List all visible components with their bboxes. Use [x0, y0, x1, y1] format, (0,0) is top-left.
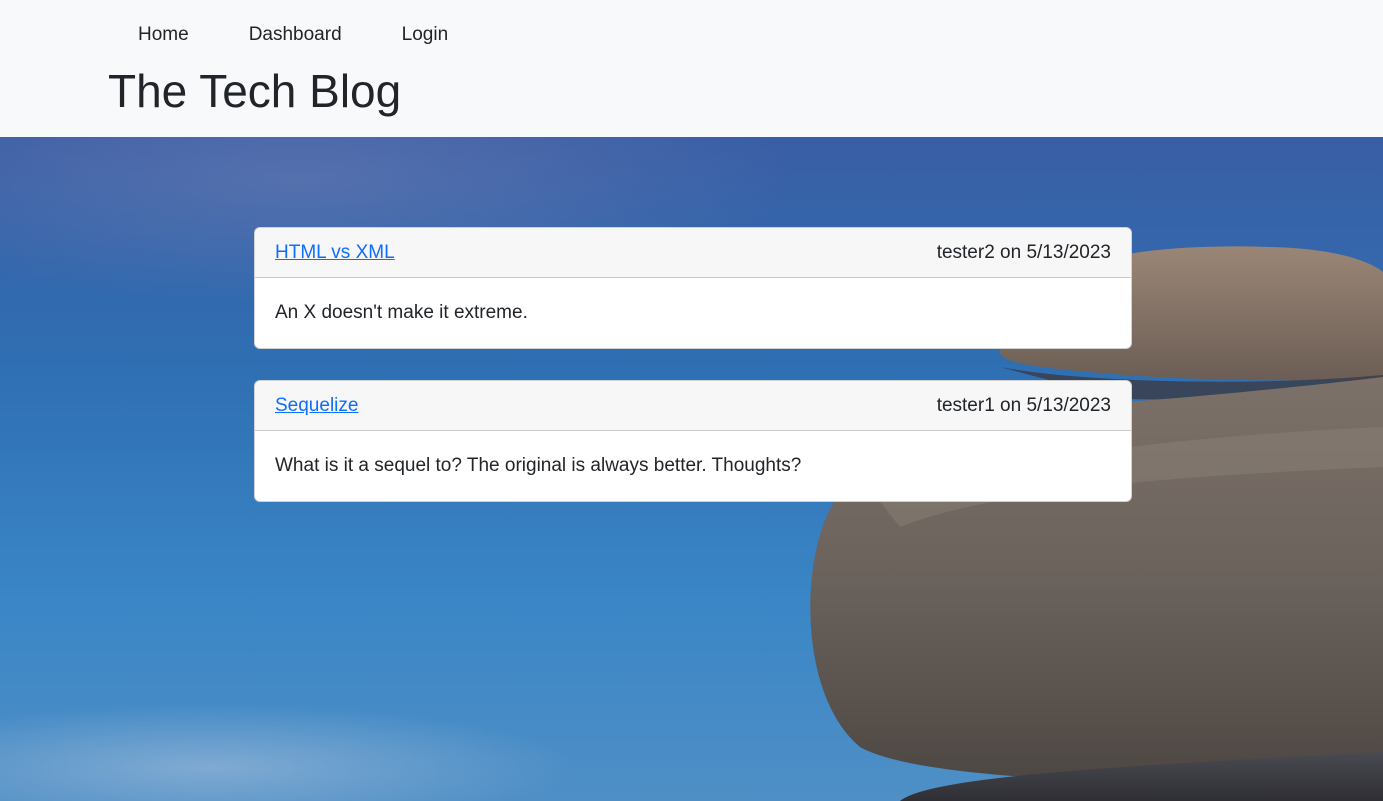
post-meta: tester1 on 5/13/2023: [936, 394, 1111, 416]
post-card-header: Sequelize tester1 on 5/13/2023: [255, 381, 1131, 431]
post-meta: tester2 on 5/13/2023: [936, 241, 1111, 263]
page-title: The Tech Blog: [108, 65, 402, 117]
post-title-link[interactable]: HTML vs XML: [275, 242, 395, 264]
nav-login-link[interactable]: Login: [372, 22, 479, 48]
post-card-header: HTML vs XML tester2 on 5/13/2023: [255, 228, 1131, 278]
post-body: An X doesn't make it extreme.: [275, 302, 528, 323]
post-title-link[interactable]: Sequelize: [275, 395, 358, 417]
nav-home-link[interactable]: Home: [108, 22, 219, 48]
post-card: HTML vs XML tester2 on 5/13/2023 An X do…: [254, 227, 1132, 349]
post-body: What is it a sequel to? The original is …: [275, 455, 802, 476]
post-card: Sequelize tester1 on 5/13/2023 What is i…: [254, 380, 1132, 502]
main-nav: Home Dashboard Login: [108, 22, 478, 48]
nav-dashboard-link[interactable]: Dashboard: [219, 22, 372, 48]
site-header: Home Dashboard Login The Tech Blog: [0, 0, 1383, 137]
